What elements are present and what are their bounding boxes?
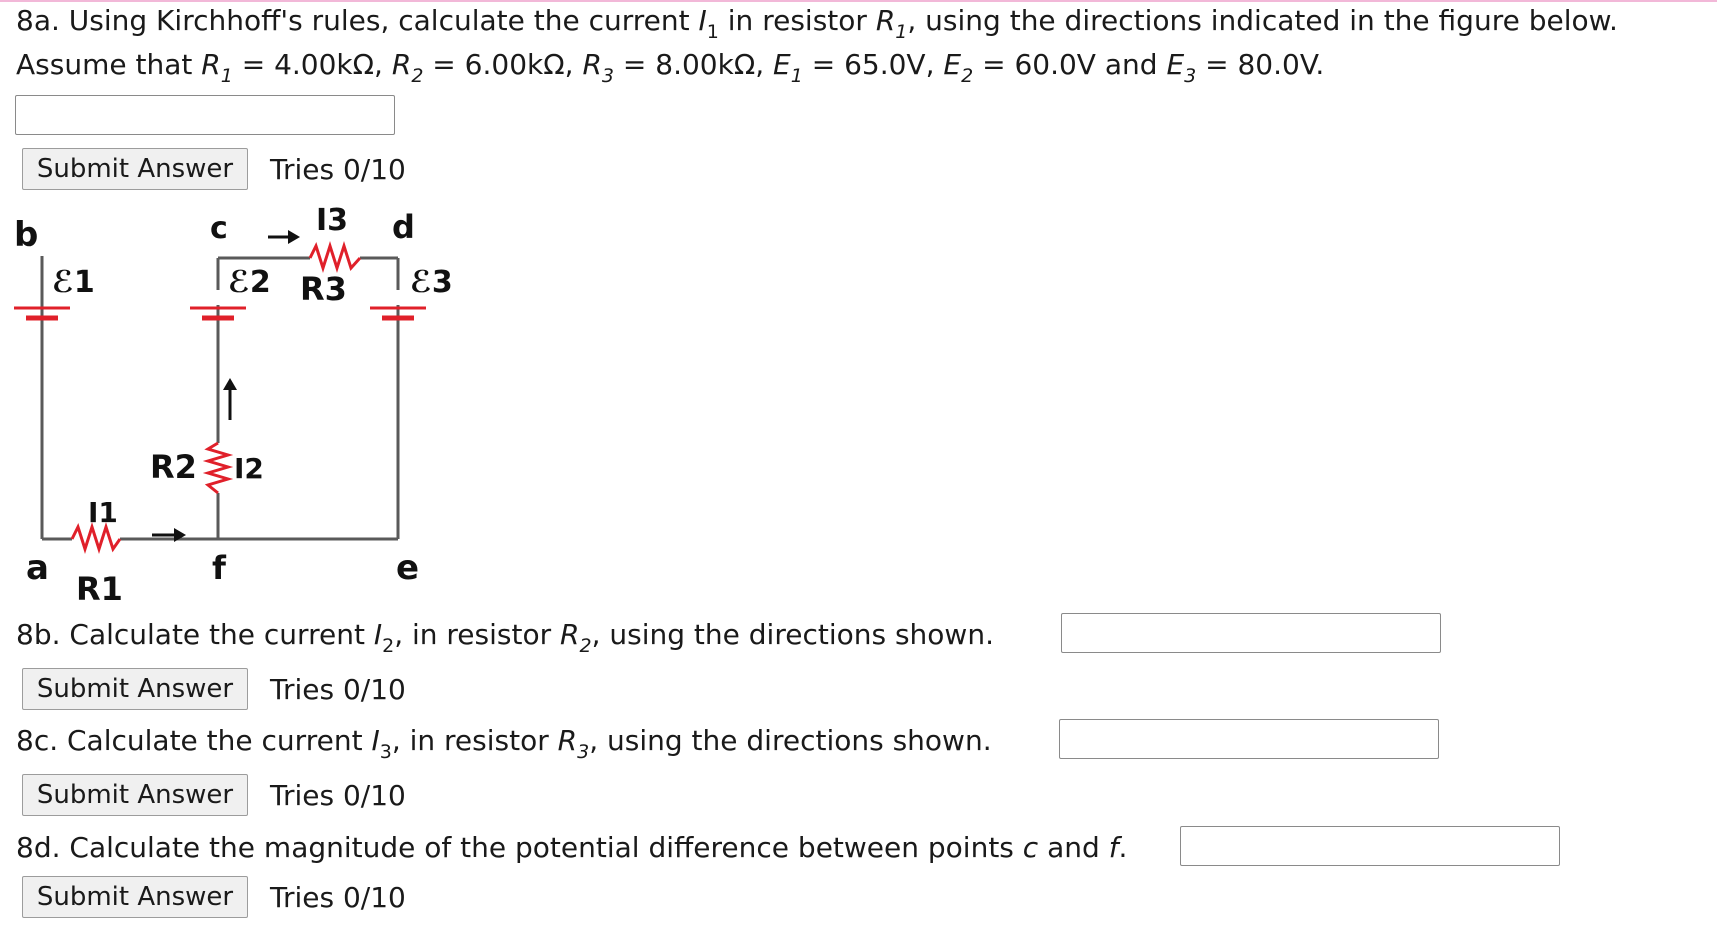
q8a-var: I bbox=[698, 4, 707, 37]
submit-button-8c[interactable]: Submit Answer bbox=[22, 774, 248, 816]
q8a-r-sub: 1 bbox=[895, 21, 908, 43]
q8c-r: R bbox=[557, 724, 578, 757]
label-point-b: b bbox=[14, 215, 38, 255]
q8c-prefix: 8c. Calculate the current bbox=[16, 724, 372, 757]
q8c-suffix: , using the directions shown. bbox=[589, 724, 992, 757]
tries-8a: Tries 0/10 bbox=[270, 153, 406, 186]
label-r1: R1 bbox=[76, 570, 123, 608]
top-border bbox=[0, 0, 1717, 2]
resistor-r3 bbox=[308, 241, 362, 273]
q8b-var-sub: 2 bbox=[382, 635, 395, 657]
answer-input-8d[interactable] bbox=[1180, 826, 1560, 866]
q8b-suffix: , using the directions shown. bbox=[591, 618, 994, 651]
q8b-r-sub: 2 bbox=[579, 635, 592, 657]
label-point-a: a bbox=[26, 548, 49, 588]
label-r2: R2 bbox=[150, 448, 197, 486]
label-i1: I1 bbox=[88, 496, 118, 529]
label-point-e: e bbox=[396, 548, 419, 588]
label-point-c: c bbox=[210, 211, 228, 246]
submit-button-8d[interactable]: Submit Answer bbox=[22, 876, 248, 918]
label-i3: I3 bbox=[316, 203, 348, 238]
q8d-point1: c bbox=[1022, 831, 1039, 864]
q8a-prefix: 8a. Using Kirchhoff's rules, calculate t… bbox=[16, 4, 699, 37]
q8c-r-sub: 3 bbox=[577, 741, 590, 763]
question-8b: 8b. Calculate the current I2, in resisto… bbox=[16, 618, 994, 657]
submit-button-8b[interactable]: Submit Answer bbox=[22, 668, 248, 710]
q8b-r: R bbox=[560, 618, 580, 651]
q8c-mid: , in resistor bbox=[391, 724, 558, 757]
label-point-f: f bbox=[212, 549, 227, 587]
q8a-r: R bbox=[875, 4, 896, 37]
answer-input-8b[interactable] bbox=[1061, 613, 1441, 653]
tries-8d: Tries 0/10 bbox=[270, 881, 406, 914]
label-i2: I2 bbox=[234, 452, 264, 485]
q8c-var: I bbox=[371, 724, 380, 757]
q8b-mid: , in resistor bbox=[394, 618, 561, 651]
q8c-var-sub: 3 bbox=[379, 741, 392, 763]
q8d-and: and bbox=[1038, 831, 1109, 864]
q8a-line2-prefix: Assume that bbox=[16, 48, 202, 81]
label-emf1: ℰ1 bbox=[52, 265, 95, 300]
q8b-prefix: 8b. Calculate the current bbox=[16, 618, 374, 651]
q8d-end: . bbox=[1118, 831, 1128, 864]
submit-button-8a[interactable]: Submit Answer bbox=[22, 148, 248, 190]
arrow-i3-icon bbox=[268, 230, 300, 244]
resistor-r1 bbox=[70, 522, 122, 554]
question-8a-line1: 8a. Using Kirchhoff's rules, calculate t… bbox=[16, 4, 1618, 43]
q8a-var-sub: 1 bbox=[706, 21, 719, 43]
answer-input-8c[interactable] bbox=[1059, 719, 1439, 759]
q8a-suffix: , using the directions indicated in the … bbox=[907, 4, 1618, 37]
q8a-mid: in resistor bbox=[718, 4, 876, 37]
q8d-point2: f bbox=[1108, 831, 1119, 864]
label-r3: R3 bbox=[300, 270, 347, 308]
resistor-r2 bbox=[202, 441, 234, 495]
circuit-figure: b c d a f e ℰ1 ℰ2 ℰ3 R3 R2 R1 I3 I2 I1 bbox=[14, 203, 453, 608]
question-8d: 8d. Calculate the magnitude of the poten… bbox=[16, 831, 1127, 865]
label-point-d: d bbox=[392, 208, 415, 246]
q8b-var: I bbox=[373, 618, 383, 651]
q8d-prefix: 8d. Calculate the magnitude of the poten… bbox=[16, 831, 1023, 864]
answer-input-8a[interactable] bbox=[15, 95, 395, 135]
question-8a-line2: Assume that R1 = 4.00kΩ, R2 = 6.00kΩ, R3… bbox=[16, 48, 1325, 87]
tries-8c: Tries 0/10 bbox=[270, 779, 406, 812]
question-8c: 8c. Calculate the current I3, in resisto… bbox=[16, 724, 992, 763]
label-emf3: ℰ3 bbox=[410, 265, 453, 300]
tries-8b: Tries 0/10 bbox=[270, 673, 406, 706]
label-emf2: ℰ2 bbox=[228, 265, 271, 300]
arrow-i2-icon bbox=[223, 378, 237, 420]
